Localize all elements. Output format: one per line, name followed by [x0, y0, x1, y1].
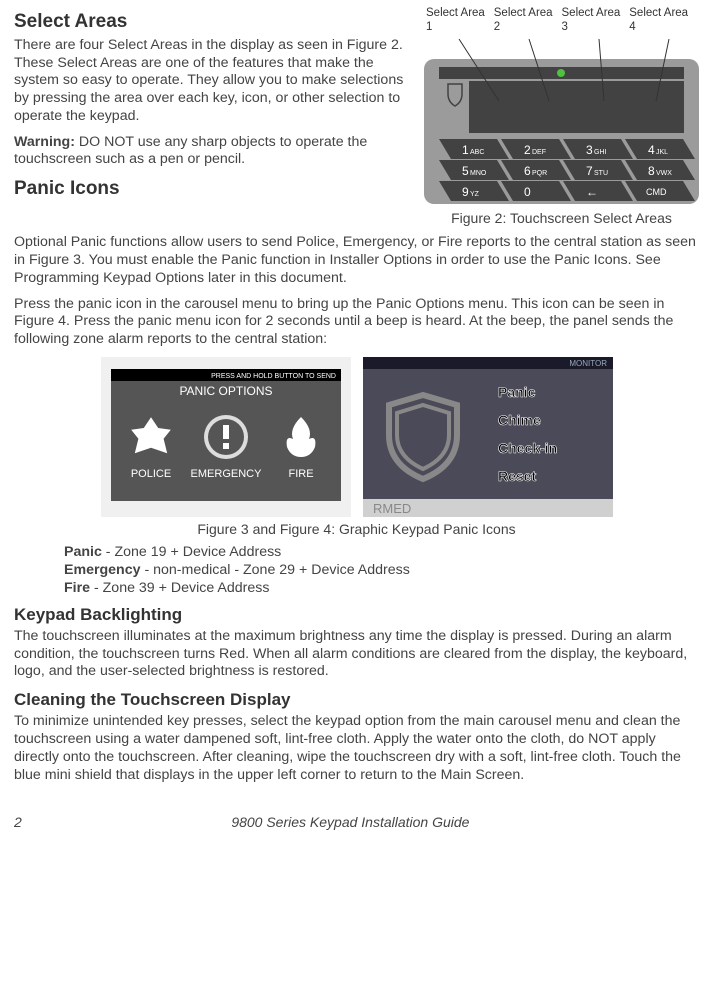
svg-text:JKL: JKL — [656, 149, 668, 156]
fig4-topright: MONITOR — [569, 359, 607, 368]
svg-text:1: 1 — [462, 143, 469, 157]
zone-panic: Panic - Zone 19 + Device Address — [64, 544, 699, 562]
svg-text:←: ← — [586, 185, 598, 199]
fig4-menu-reset: Reset — [498, 468, 536, 484]
svg-text:STU: STU — [594, 170, 608, 177]
footer: 2 9800 Series Keypad Installation Guide — [14, 814, 699, 832]
svg-text:MNO: MNO — [470, 170, 487, 177]
svg-text:DEF: DEF — [532, 149, 546, 156]
fig3-title: PANIC OPTIONS — [179, 384, 272, 398]
fig4-menu-chime: Chime — [498, 412, 541, 428]
svg-text:3: 3 — [586, 143, 593, 157]
page-number: 2 — [14, 814, 22, 832]
paragraph-panic-1: Optional Panic functions allow users to … — [14, 234, 699, 287]
svg-text:PQR: PQR — [532, 170, 547, 177]
footer-title: 9800 Series Keypad Installation Guide — [22, 814, 679, 832]
zone-emergency: Emergency - non-medical - Zone 29 + Devi… — [64, 562, 699, 580]
select-area-label-1: Select Area 1 — [426, 6, 494, 35]
fig3-btn-fire: FIRE — [288, 468, 313, 480]
figure-2: Select Area 1 Select Area 2 Select Area … — [424, 6, 699, 227]
zone-fire: Fire - Zone 39 + Device Address — [64, 580, 699, 598]
select-area-label-4: Select Area 4 — [629, 6, 697, 35]
svg-text:YZ: YZ — [470, 191, 480, 198]
svg-text:ABC: ABC — [470, 149, 484, 156]
paragraph-backlight: The touchscreen illuminates at the maxim… — [14, 628, 699, 681]
fig4-menu-checkin: Check-in — [498, 440, 557, 456]
svg-text:GHI: GHI — [594, 149, 607, 156]
svg-text:CMD: CMD — [646, 187, 667, 197]
svg-text:2: 2 — [524, 143, 531, 157]
figure-3-4-caption: Figure 3 and Figure 4: Graphic Keypad Pa… — [14, 521, 699, 539]
figure-2-caption: Figure 2: Touchscreen Select Areas — [424, 210, 699, 228]
paragraph-cleaning: To minimize unintended key presses, sele… — [14, 713, 699, 784]
fig3-topbar: PRESS AND HOLD BUTTON TO SEND — [211, 373, 336, 380]
svg-text:7: 7 — [586, 164, 593, 178]
figure-3: PRESS AND HOLD BUTTON TO SEND PANIC OPTI… — [101, 357, 351, 517]
select-area-label-2: Select Area 2 — [494, 6, 562, 35]
svg-text:9: 9 — [462, 185, 469, 199]
fig3-btn-police: POLICE — [130, 468, 170, 480]
fig4-menu-panic: Panic — [498, 384, 536, 400]
svg-text:VWX: VWX — [656, 170, 672, 177]
paragraph-panic-2: Press the panic icon in the carousel men… — [14, 296, 699, 349]
heading-backlight: Keypad Backlighting — [14, 604, 699, 625]
select-area-label-3: Select Area 3 — [562, 6, 630, 35]
svg-text:4: 4 — [648, 143, 655, 157]
svg-text:5: 5 — [462, 164, 469, 178]
fig3-btn-emergency: EMERGENCY — [190, 468, 262, 480]
heading-cleaning: Cleaning the Touchscreen Display — [14, 689, 699, 710]
warning-label: Warning: — [14, 134, 75, 150]
svg-text:8: 8 — [648, 164, 655, 178]
svg-text:0: 0 — [524, 185, 531, 199]
svg-text:6: 6 — [524, 164, 531, 178]
figure-4: MONITOR Panic Chime Check-in Reset RMED — [363, 357, 613, 517]
fig4-corner: RMED — [373, 501, 411, 516]
